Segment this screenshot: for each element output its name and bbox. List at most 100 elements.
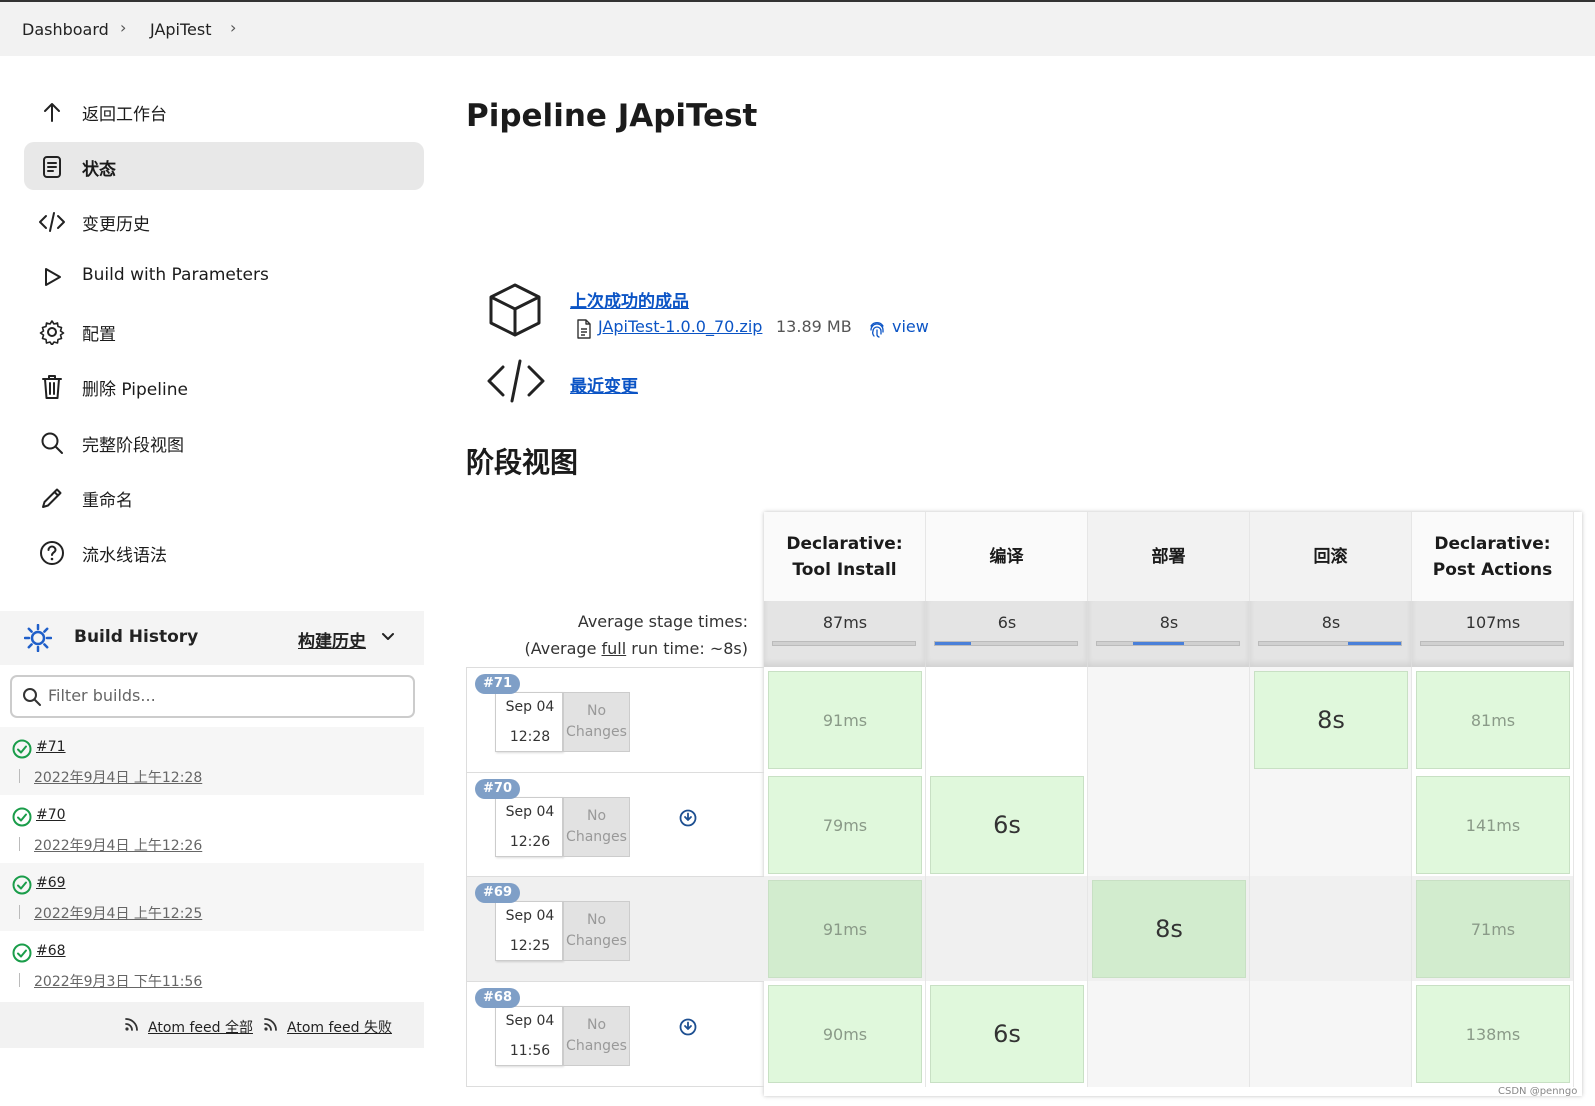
run-badge[interactable]: #68 (475, 988, 520, 1008)
build-number-link[interactable]: #71 (36, 739, 66, 755)
stage-run-slot (1250, 772, 1412, 878)
rss-icon (124, 1016, 140, 1036)
success-check-icon (12, 739, 32, 763)
stage-run-slot (1088, 772, 1250, 878)
run-badge[interactable]: #71 (475, 674, 520, 694)
sidebar-item-configure[interactable]: 配置 (24, 307, 424, 355)
gear-icon (38, 318, 66, 346)
build-history-header: Build History 构建历史 (0, 611, 424, 665)
stage-cell[interactable]: 71ms (1416, 880, 1570, 978)
stage-progress-fill (1132, 642, 1184, 645)
run-changes-line: No (586, 808, 607, 824)
stage-cell[interactable]: 91ms (768, 880, 922, 978)
build-date-link[interactable]: 2022年9月3日 下午11:56 (34, 971, 202, 991)
stage-header: 部署 (1088, 512, 1250, 601)
stage-header: 回滚 (1250, 512, 1412, 601)
filter-builds-input[interactable] (48, 686, 388, 705)
sidebar-item-label: 重命名 (82, 491, 133, 511)
stage-cell[interactable]: 8s (1254, 671, 1408, 769)
stage-avg-time: 6s (997, 613, 1017, 632)
stage-cell[interactable]: 141ms (1416, 776, 1570, 874)
run-changes-line: No (586, 1017, 607, 1033)
atom-feed-fail-link[interactable]: Atom feed 失败 (287, 1017, 392, 1037)
success-check-icon (12, 943, 32, 967)
run-changes-line: Changes (566, 933, 627, 949)
last-success-artifacts-link[interactable]: 上次成功的成品 (570, 287, 689, 312)
stage-cell[interactable]: 6s (930, 776, 1084, 874)
stage-run-slot (1088, 981, 1250, 1087)
divider (19, 905, 20, 919)
build-date-link[interactable]: 2022年9月4日 上午12:28 (34, 767, 202, 787)
build-trend-link[interactable]: 构建历史 (298, 627, 366, 652)
build-number-link[interactable]: #68 (36, 943, 66, 959)
success-check-icon (12, 875, 32, 899)
sidebar-item-delete-pipeline[interactable]: 删除 Pipeline (24, 362, 424, 410)
run-changes-line: Changes (566, 724, 627, 740)
sidebar-item-status[interactable]: 状态 (24, 142, 424, 190)
filter-builds-field[interactable] (10, 675, 415, 718)
stage-cell[interactable]: 8s (1092, 880, 1246, 978)
chevron-right-icon[interactable]: › (230, 18, 236, 37)
sidebar-item-pipeline-syntax[interactable]: 流水线语法 (24, 528, 424, 576)
build-date-link[interactable]: 2022年9月4日 上午12:25 (34, 903, 202, 923)
stage-avg-cell: 6s (926, 601, 1088, 667)
stage-cell[interactable]: 91ms (768, 671, 922, 769)
stage-cell[interactable]: 138ms (1416, 985, 1570, 1083)
build-date-link[interactable]: 2022年9月4日 上午12:26 (34, 835, 202, 855)
run-badge[interactable]: #70 (475, 779, 520, 799)
artifact-file-link[interactable]: JApiTest-1.0.0_70.zip (598, 317, 762, 336)
artifact-view-link[interactable]: view (892, 317, 929, 336)
breadcrumb-dashboard[interactable]: Dashboard (22, 20, 109, 39)
stage-avg-cell: 8s (1088, 601, 1250, 667)
stage-name: Post Actions (1432, 559, 1553, 580)
rss-icon (263, 1016, 279, 1036)
run-changes-line: Changes (566, 829, 627, 845)
run-date-box[interactable]: Sep 04 11:56 (495, 1006, 563, 1066)
breadcrumb-job[interactable]: JApiTest (150, 20, 212, 39)
stage-cell[interactable]: 79ms (768, 776, 922, 874)
download-icon[interactable] (679, 809, 697, 831)
stage-run-slot: 8s (1088, 876, 1250, 982)
run-date-box[interactable]: Sep 04 12:25 (495, 901, 563, 961)
sidebar-item-full-stage-view[interactable]: 完整阶段视图 (24, 418, 424, 466)
stage-cell[interactable]: 81ms (1416, 671, 1570, 769)
file-icon (576, 319, 592, 343)
run-date-box[interactable]: Sep 04 12:28 (495, 692, 563, 752)
sidebar-item-rename[interactable]: 重命名 (24, 473, 424, 521)
stage-header: Declarative: Tool Install (764, 512, 926, 601)
build-number-link[interactable]: #70 (36, 807, 66, 823)
recent-changes-link[interactable]: 最近变更 (570, 372, 638, 397)
stage-avg-cell: 87ms (764, 601, 926, 667)
avg-stage-times-label: Average stage times: (577, 612, 748, 631)
run-date: Sep 04 (505, 908, 555, 924)
build-row: #70 2022年9月4日 上午12:26 (0, 795, 424, 863)
avg-full-link[interactable]: full (602, 639, 627, 658)
sidebar-item-changes[interactable]: 变更历史 (24, 197, 424, 245)
build-number-link[interactable]: #69 (36, 875, 66, 891)
run-time: 12:28 (509, 729, 551, 745)
stage-run-slot: 79ms (764, 772, 926, 878)
stage-progress-bar (934, 641, 1078, 646)
stage-run-slot: 91ms (764, 667, 926, 773)
run-date-box[interactable]: Sep 04 12:26 (495, 797, 563, 857)
fingerprint-icon[interactable] (868, 319, 886, 343)
download-icon[interactable] (679, 1018, 697, 1040)
chevron-down-icon[interactable] (380, 629, 396, 649)
stage-header: Declarative: Post Actions (1412, 512, 1574, 601)
success-check-icon (12, 807, 32, 831)
sidebar-item-back-dashboard[interactable]: 返回工作台 (24, 87, 424, 135)
stage-progress-bar (1096, 641, 1240, 646)
run-changes: No Changes (563, 901, 630, 961)
stage-run-slot: 81ms (1412, 667, 1574, 773)
stage-cell[interactable]: 90ms (768, 985, 922, 1083)
sidebar-item-build-with-parameters[interactable]: Build with Parameters (24, 252, 424, 300)
run-badge[interactable]: #69 (475, 883, 520, 903)
avg-full-suffix: run time: ~8s) (626, 639, 748, 658)
arrow-up-icon (38, 98, 66, 126)
avg-full-run-time: (Average full run time: ~8s) (480, 639, 748, 658)
stage-cell[interactable]: 6s (930, 985, 1084, 1083)
stage-name: Tool Install (792, 559, 897, 580)
build-row: #68 2022年9月3日 下午11:56 (0, 931, 424, 999)
atom-feed-all-link[interactable]: Atom feed 全部 (148, 1017, 253, 1037)
help-icon (38, 539, 66, 567)
